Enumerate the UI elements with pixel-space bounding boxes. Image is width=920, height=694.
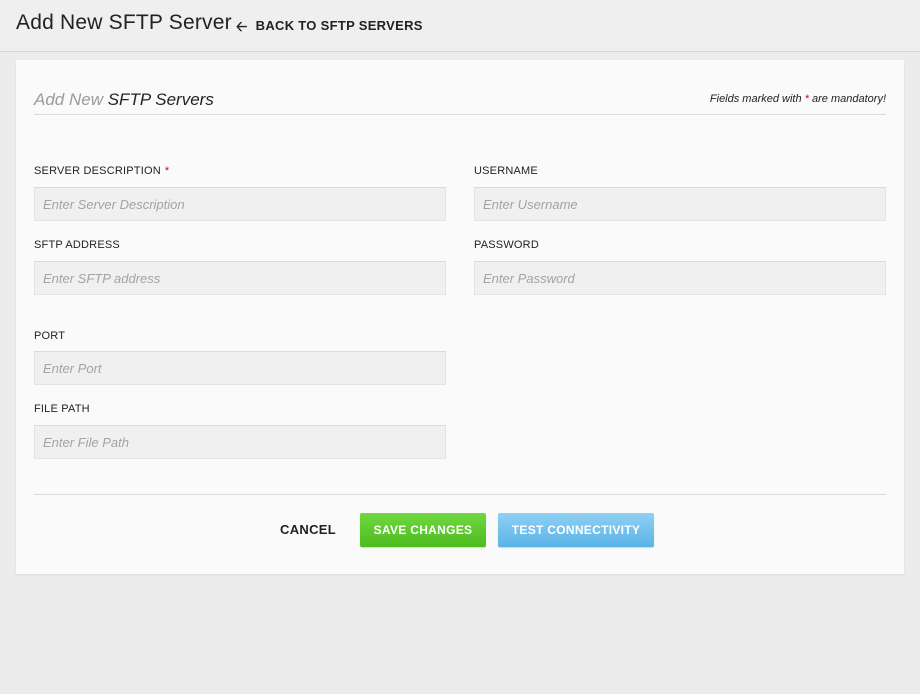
password-input[interactable] xyxy=(474,261,886,295)
form-card: Add New SFTP Servers Fields marked with … xyxy=(16,60,904,574)
file-path-input[interactable] xyxy=(34,425,446,459)
sftp-address-input[interactable] xyxy=(34,261,446,295)
form-heading-dark: SFTP Servers xyxy=(107,90,214,109)
form-heading: Add New SFTP Servers xyxy=(34,90,214,110)
save-changes-button[interactable]: SAVE CHANGES xyxy=(360,513,486,547)
sftp-address-label: SFTP ADDRESS xyxy=(34,239,120,251)
port-label: PORT xyxy=(34,330,66,342)
required-star: * xyxy=(164,165,170,177)
mandatory-note-prefix: Fields marked with xyxy=(709,93,802,105)
mandatory-note-suffix: are mandatory! xyxy=(812,93,886,105)
server-description-label: SERVER DESCRIPTION * xyxy=(34,165,169,177)
cancel-button[interactable]: CANCEL xyxy=(268,512,348,546)
server-description-input[interactable] xyxy=(34,187,446,221)
mandatory-note: Fields marked with * are mandatory! xyxy=(710,93,886,105)
file-path-label: FILE PATH xyxy=(34,403,90,415)
form-heading-light: Add New xyxy=(34,90,103,109)
password-label: PASSWORD xyxy=(474,239,539,251)
username-label: USERNAME xyxy=(474,165,538,177)
back-link-label: BACK TO SFTP SERVERS xyxy=(255,18,423,33)
test-connectivity-button[interactable]: TEST CONNECTIVITY xyxy=(498,513,654,547)
page-title: Add New SFTP Server xyxy=(16,11,232,34)
server-description-label-text: SERVER DESCRIPTION xyxy=(34,165,161,177)
required-star: * xyxy=(804,93,809,105)
form-header: Add New SFTP Servers Fields marked with … xyxy=(34,90,886,115)
arrow-left-icon: 🡠 xyxy=(236,17,248,34)
back-to-sftp-servers-link[interactable]: 🡠 BACK TO SFTP SERVERS xyxy=(236,18,423,33)
actions-divider xyxy=(34,494,886,495)
username-input[interactable] xyxy=(474,187,886,221)
port-input[interactable] xyxy=(34,351,446,385)
top-bar: Add New SFTP Server 🡠 BACK TO SFTP SERVE… xyxy=(0,0,920,52)
